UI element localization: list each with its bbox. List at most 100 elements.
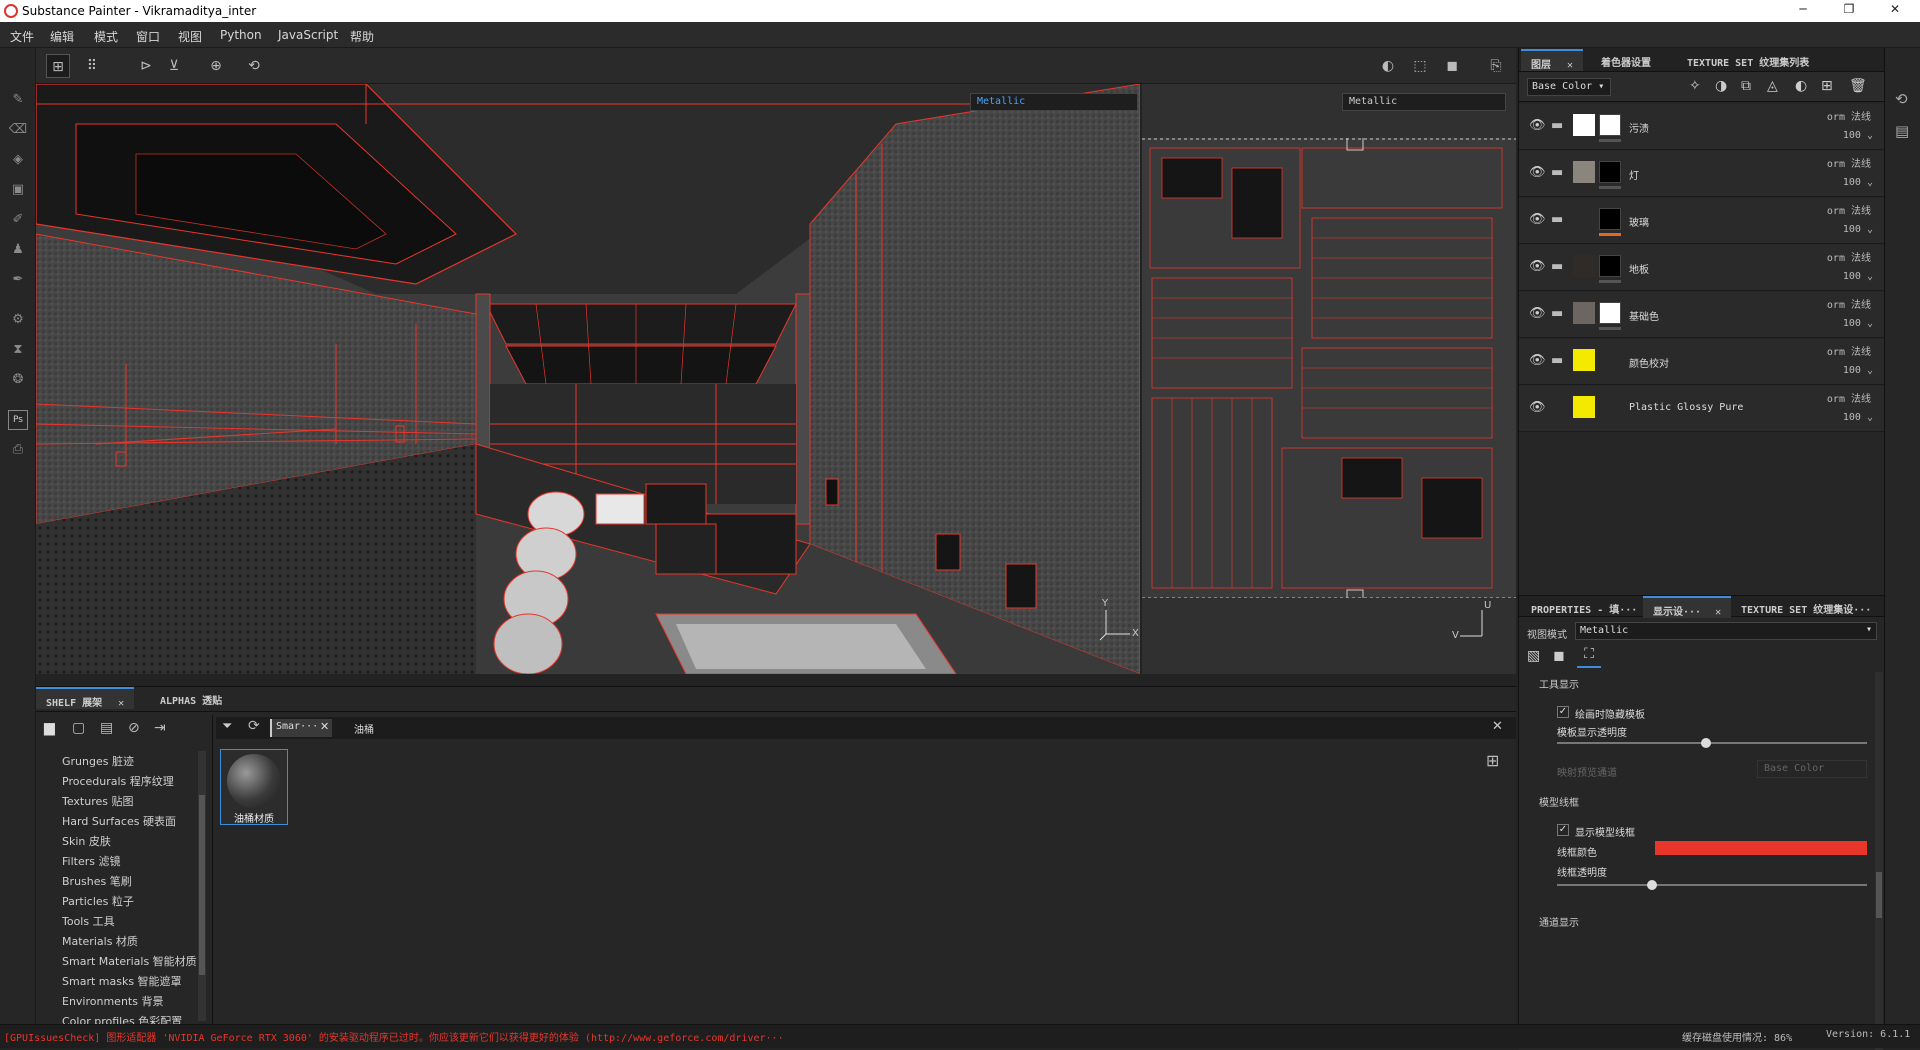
category-item[interactable]: Hard Surfaces 硬表面 <box>62 813 176 829</box>
menu-file[interactable]: 文件 <box>10 28 34 45</box>
category-item[interactable]: Materials 材质 <box>62 933 138 949</box>
folder-icon[interactable]: ▬ <box>1551 118 1563 133</box>
view-mode-select[interactable]: Metallic ▾ <box>1575 622 1877 640</box>
search-chip[interactable]: Smar··· ✕ <box>270 719 332 737</box>
layer-blend-mode[interactable]: orm 法线 <box>1827 202 1871 217</box>
folder-icon[interactable]: ▆ <box>44 720 55 736</box>
log-icon[interactable]: ▤ <box>1895 122 1909 140</box>
add-view-icon[interactable]: ⊕ <box>204 54 228 78</box>
close-display-icon[interactable]: ✕ <box>1715 607 1721 618</box>
layer-opacity[interactable]: 100 ⌄ <box>1843 412 1873 423</box>
eye-icon[interactable]: 👁 <box>1529 212 1546 227</box>
close-window-icon[interactable]: ✕ <box>1872 2 1918 20</box>
stencil-opacity-slider[interactable] <box>1557 738 1867 748</box>
mirror-y-icon[interactable]: ⊻ <box>162 54 186 78</box>
layer-row[interactable]: 👁 Plastic Glossy Pure orm 法线 100 ⌄ <box>1519 386 1885 432</box>
layer-thumbnail[interactable] <box>1573 396 1595 418</box>
layer-row[interactable]: 👁 ▬ 地板 orm 法线 100 ⌄ <box>1519 245 1885 291</box>
menu-view[interactable]: 视图 <box>178 28 202 45</box>
search-input[interactable]: 油桶 <box>354 721 374 736</box>
eye-icon[interactable]: 👁 <box>1529 306 1546 321</box>
layer-blend-mode[interactable]: orm 法线 <box>1827 390 1871 405</box>
tab-texture-set-settings[interactable]: TEXTURE SET 纹理集设··· <box>1731 596 1881 618</box>
add-mask-icon[interactable]: ◐ <box>1795 78 1807 94</box>
hide-stencil-checkbox[interactable]: ✓ <box>1557 706 1569 718</box>
close-layers-icon[interactable]: ✕ <box>1567 60 1573 71</box>
layer-opacity[interactable]: 100 ⌄ <box>1843 130 1873 141</box>
menu-python[interactable]: Python <box>220 28 262 42</box>
layer-blend-mode[interactable]: orm 法线 <box>1827 296 1871 311</box>
photoshop-icon[interactable]: Ps <box>8 410 28 430</box>
tab-layers[interactable]: 图层 ✕ <box>1521 49 1584 71</box>
grid-view-icon[interactable]: ⊞ <box>46 54 70 78</box>
wire-opacity-knob[interactable] <box>1647 880 1657 890</box>
menu-edit[interactable]: 编辑 <box>50 28 74 45</box>
eye-icon[interactable]: 👁 <box>1529 353 1546 368</box>
camera-icon[interactable]: ◼ <box>1440 54 1464 78</box>
tab-shelf[interactable]: SHELF 展架 ✕ <box>36 687 135 709</box>
category-item[interactable]: Grunges 脏迹 <box>62 753 134 769</box>
folder-icon[interactable]: ▬ <box>1551 165 1563 180</box>
folder-icon[interactable]: ▬ <box>1551 353 1563 368</box>
clone-stamp-icon[interactable]: ♟ <box>8 240 28 260</box>
properties-scrollbar[interactable] <box>1875 672 1883 1050</box>
stencil-opacity-knob[interactable] <box>1701 738 1711 748</box>
menu-javascript[interactable]: JavaScript <box>278 28 338 42</box>
category-item[interactable]: Particles 粒子 <box>62 893 134 909</box>
layer-blend-mode[interactable]: orm 法线 <box>1827 108 1871 123</box>
category-item[interactable]: Filters 滤镜 <box>62 853 120 869</box>
layer-opacity[interactable]: 100 ⌄ <box>1843 177 1873 188</box>
maximize-icon[interactable]: ❐ <box>1826 2 1872 20</box>
layer-row[interactable]: 👁 ▬ 污渍 orm 法线 100 ⌄ <box>1519 104 1885 150</box>
layer-mask-thumbnail[interactable] <box>1599 302 1621 324</box>
bake-settings-icon[interactable]: ⚙ <box>8 310 28 330</box>
save-icon[interactable]: ▤ <box>100 720 113 736</box>
layer-mask-thumbnail[interactable] <box>1599 161 1621 183</box>
image-icon[interactable]: ▧ <box>1527 648 1540 664</box>
layer-thumbnail[interactable] <box>1573 208 1595 230</box>
refresh-icon[interactable]: ⟳ <box>248 718 260 734</box>
wire-color-swatch[interactable] <box>1655 841 1867 855</box>
eye-icon[interactable]: 👁 <box>1529 118 1546 133</box>
category-item[interactable]: Tools 工具 <box>62 913 115 929</box>
category-item[interactable]: Smart masks 智能遮罩 <box>62 973 182 989</box>
filter-icon[interactable]: ⏷ <box>222 719 232 734</box>
viewport-2d[interactable]: Metallic U V <box>1142 84 1516 674</box>
layer-opacity[interactable]: 100 ⌄ <box>1843 224 1873 235</box>
tab-properties-fill[interactable]: PROPERTIES - 填··· <box>1521 596 1647 618</box>
fill-layer-icon[interactable]: ◬ <box>1767 78 1778 94</box>
layer-thumbnail[interactable] <box>1573 161 1595 183</box>
plugin-icon[interactable]: ❂ <box>8 370 28 390</box>
add-layer-icon[interactable]: ⧉ <box>1741 78 1751 94</box>
reset-camera-icon[interactable]: ⟲ <box>242 54 266 78</box>
category-scrollbar[interactable] <box>198 751 206 1021</box>
folder-icon[interactable]: ▬ <box>1551 259 1563 274</box>
export-icon[interactable]: ⧗ <box>8 340 28 360</box>
effect-icon[interactable]: ✧ <box>1689 78 1701 94</box>
layer-blend-mode[interactable]: orm 法线 <box>1827 155 1871 170</box>
camera-settings-icon[interactable]: ◼ <box>1553 648 1565 664</box>
paint-brush-icon[interactable]: ✎ <box>8 90 28 110</box>
category-item[interactable]: Brushes 笔刷 <box>62 873 132 889</box>
category-item[interactable]: Procedurals 程序纹理 <box>62 773 174 789</box>
layer-row[interactable]: 👁 ▬ 玻璃 orm 法线 100 ⌄ <box>1519 198 1885 244</box>
show-wireframe-checkbox[interactable]: ✓ <box>1557 824 1569 836</box>
layer-thumbnail[interactable] <box>1573 302 1595 324</box>
polygon-fill-icon[interactable]: ▣ <box>8 180 28 200</box>
tab-shader-settings[interactable]: 着色器设置 <box>1591 49 1661 71</box>
layer-mask-thumbnail[interactable] <box>1599 208 1621 230</box>
display-mode-icon[interactable]: ◐ <box>1376 54 1400 78</box>
grid-layout-icon[interactable]: ⊞ <box>1486 751 1499 770</box>
layer-row[interactable]: 👁 ▬ 基础色 orm 法线 100 ⌄ <box>1519 292 1885 338</box>
folder-icon[interactable]: ▬ <box>1551 306 1563 321</box>
layer-thumbnail[interactable] <box>1573 349 1595 371</box>
menu-mode[interactable]: 模式 <box>94 28 118 45</box>
clear-search-icon[interactable]: ✕ <box>1492 719 1503 734</box>
hide-icon[interactable]: ⊘ <box>128 720 140 736</box>
history-icon[interactable]: ⟲ <box>1895 90 1908 108</box>
mirror-x-icon[interactable]: ⊳ <box>134 54 158 78</box>
category-item[interactable]: Environments 背景 <box>62 993 163 1009</box>
import-icon[interactable]: ⇥ <box>154 720 166 736</box>
layer-row[interactable]: 👁 ▬ 颜色校对 orm 法线 100 ⌄ <box>1519 339 1885 385</box>
channel-select[interactable]: Base Color ▾ <box>1527 78 1611 96</box>
